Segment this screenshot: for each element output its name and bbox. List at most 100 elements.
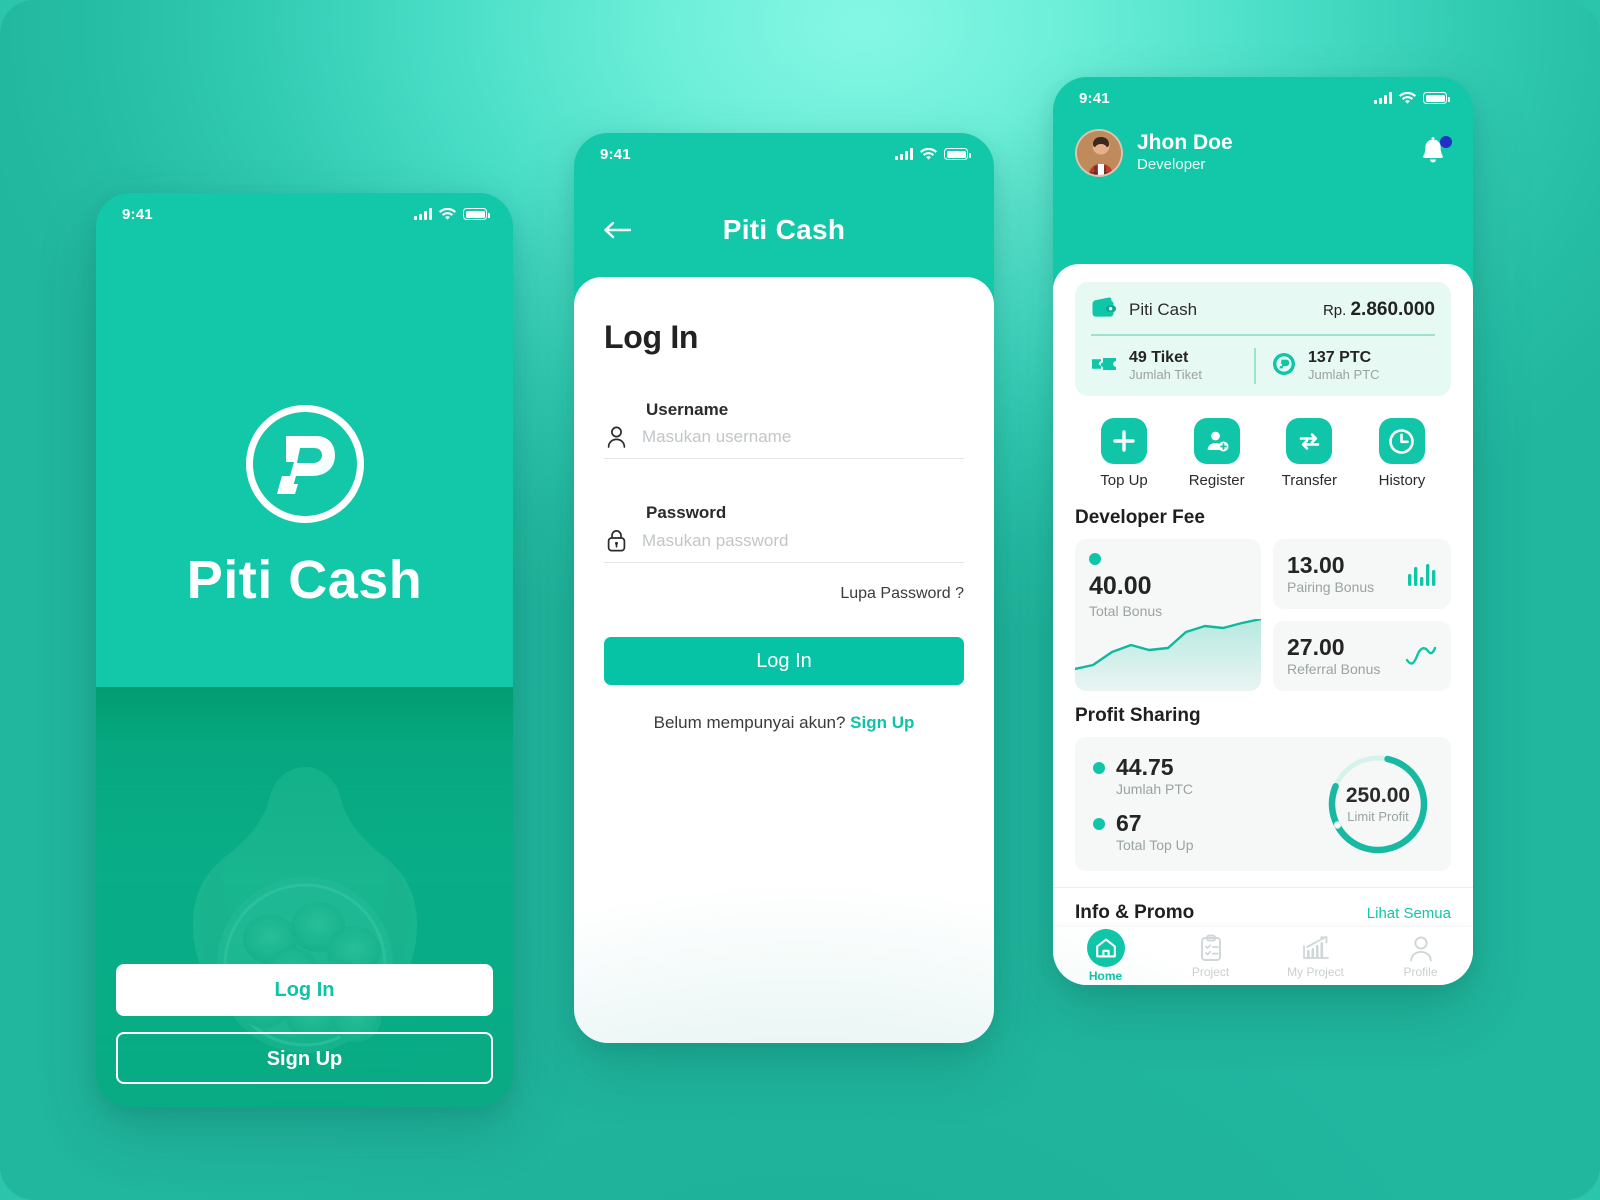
- ticket-label: Jumlah Tiket: [1129, 367, 1202, 383]
- ptc-label: Jumlah PTC: [1308, 367, 1380, 383]
- balance-value: 2.860.000: [1350, 298, 1435, 320]
- notification-badge-dot: [1440, 136, 1452, 148]
- signup-prompt: Belum mempunyai akun? Sign Up: [604, 713, 964, 733]
- user-avatar[interactable]: [1075, 129, 1123, 177]
- tab-label: Project: [1191, 965, 1230, 979]
- pairing-bonus-value: 13.00: [1287, 551, 1345, 578]
- user-add-icon: [1193, 418, 1240, 465]
- tab-label: Home: [1088, 969, 1123, 983]
- profile-person-icon: [1368, 933, 1473, 963]
- login-screen: 9:41 Piti Cash Log In Username Masukan u…: [574, 133, 994, 1043]
- poster-canvas: 9:41 Piti Cash Log In Sign Up 9:41 Piti …: [0, 0, 1600, 1200]
- developer-fee-title: Developer Fee: [1075, 507, 1205, 529]
- status-time: 9:41: [1079, 89, 1110, 107]
- quick-action-topup[interactable]: Top Up: [1083, 418, 1165, 489]
- brand-lockup: Piti Cash: [96, 405, 513, 611]
- profit-item: 44.75 Jumlah PTC: [1093, 755, 1323, 797]
- login-button[interactable]: Log In: [116, 964, 493, 1016]
- status-dot: [1093, 818, 1105, 831]
- password-input[interactable]: [642, 530, 964, 551]
- piti-cash-logo-icon: [245, 405, 364, 523]
- pairing-bonus-card[interactable]: 13.00 Pairing Bonus: [1273, 539, 1451, 610]
- password-label: Password: [646, 503, 727, 522]
- home-content-sheet: Piti Cash Rp. 2.860.000 49 Tiket Jumlah …: [1053, 264, 1473, 985]
- balance-amount: Rp. 2.860.000: [1323, 299, 1435, 321]
- total-bonus-value: 40.00: [1089, 572, 1152, 601]
- quick-action-transfer[interactable]: Transfer: [1268, 418, 1350, 489]
- username-field-group: Username: [604, 400, 964, 459]
- back-arrow-icon[interactable]: [600, 213, 634, 247]
- user-role: Developer: [1137, 156, 1206, 174]
- clipboard-check-icon: [1158, 933, 1263, 963]
- profit-sharing-card[interactable]: 44.75 Jumlah PTC 67 Total Top Up 250.00 …: [1075, 737, 1451, 872]
- limit-profit-gauge: 250.00 Limit Profit: [1323, 749, 1433, 859]
- quick-action-label: Register: [1188, 472, 1245, 490]
- quick-action-register[interactable]: Register: [1176, 418, 1258, 489]
- total-bonus-card[interactable]: 40.00 Total Bonus: [1075, 539, 1261, 692]
- user-name: Jhon Doe: [1137, 131, 1233, 155]
- brand-title: Piti Cash: [186, 550, 423, 610]
- ticket-stat: 49 Tiket Jumlah Tiket: [1091, 348, 1254, 384]
- splash-screen: 9:41 Piti Cash Log In Sign Up: [96, 193, 513, 1107]
- profit-sharing-title: Profit Sharing: [1075, 705, 1201, 727]
- wifi-icon: [920, 147, 937, 160]
- divider: [1053, 887, 1473, 889]
- wallet-icon: [1091, 296, 1117, 323]
- quick-action-history[interactable]: History: [1361, 418, 1443, 489]
- clock-history-icon: [1378, 418, 1425, 465]
- quick-action-label: History: [1378, 472, 1426, 490]
- status-dot: [1093, 761, 1105, 774]
- bar-chart-icon: [1408, 564, 1436, 587]
- tab-project[interactable]: Project: [1158, 933, 1263, 979]
- tab-label: Profile: [1403, 965, 1438, 979]
- currency-prefix: Rp.: [1322, 301, 1347, 319]
- info-promo-title: Info & Promo: [1075, 902, 1195, 924]
- login-heading: Log In: [604, 319, 699, 355]
- signup-prompt-text: Belum mempunyai akun?: [653, 713, 846, 732]
- signup-button[interactable]: Sign Up: [116, 1032, 493, 1084]
- status-bar: 9:41: [1053, 77, 1473, 119]
- referral-bonus-value: 27.00: [1287, 633, 1345, 660]
- status-bar: 9:41: [96, 193, 513, 235]
- total-bonus-label: Total Bonus: [1089, 602, 1163, 619]
- status-dot: [1089, 553, 1101, 566]
- tab-my-project[interactable]: My Project: [1263, 933, 1368, 979]
- signal-bars-icon: [414, 208, 432, 220]
- quick-action-label: Transfer: [1281, 472, 1337, 490]
- tab-home[interactable]: Home: [1053, 929, 1158, 983]
- referral-bonus-card[interactable]: 27.00 Referral Bonus: [1273, 621, 1451, 692]
- transfer-icon: [1286, 418, 1333, 465]
- signup-link[interactable]: Sign Up: [850, 713, 914, 732]
- pairing-bonus-label: Pairing Bonus: [1287, 579, 1375, 596]
- profit-item: 67 Total Top Up: [1093, 811, 1323, 853]
- forgot-password-link[interactable]: Lupa Password ?: [604, 585, 964, 603]
- area-chart-icon: [1075, 619, 1261, 692]
- notification-bell-icon[interactable]: [1419, 136, 1452, 169]
- wifi-icon: [439, 207, 456, 220]
- gauge-label: Limit Profit: [1347, 809, 1409, 825]
- login-submit-button[interactable]: Log In: [604, 637, 964, 685]
- profit-label: Total Top Up: [1116, 837, 1194, 854]
- profit-value: 44.75: [1116, 753, 1174, 780]
- tab-profile[interactable]: Profile: [1368, 933, 1473, 979]
- password-field-group: Password: [604, 503, 964, 563]
- quick-actions: Top Up Register Transfer History: [1075, 396, 1451, 493]
- login-topbar: Piti Cash: [574, 175, 994, 285]
- see-all-link[interactable]: Lihat Semua: [1367, 905, 1451, 922]
- ptc-coin-icon: [1272, 352, 1296, 381]
- profit-label: Jumlah PTC: [1116, 781, 1194, 798]
- ticket-icon: [1091, 355, 1117, 378]
- signal-bars-icon: [1374, 92, 1392, 104]
- wifi-icon: [1399, 91, 1416, 104]
- bottom-tab-bar: Home Project My Project Profile: [1053, 927, 1473, 985]
- tab-label: My Project: [1287, 965, 1344, 979]
- splash-actions: Log In Sign Up: [116, 964, 493, 1084]
- battery-icon: [944, 148, 971, 160]
- info-promo-header: Info & Promo Lihat Semua: [1075, 902, 1451, 924]
- balance-card[interactable]: Piti Cash Rp. 2.860.000 49 Tiket Jumlah …: [1075, 282, 1451, 397]
- line-chart-icon: [1405, 646, 1437, 665]
- page-title: Piti Cash: [722, 214, 846, 245]
- home-scroll-area[interactable]: Piti Cash Rp. 2.860.000 49 Tiket Jumlah …: [1053, 264, 1473, 927]
- username-input[interactable]: [642, 427, 964, 447]
- ptc-value: 137 PTC: [1308, 349, 1372, 366]
